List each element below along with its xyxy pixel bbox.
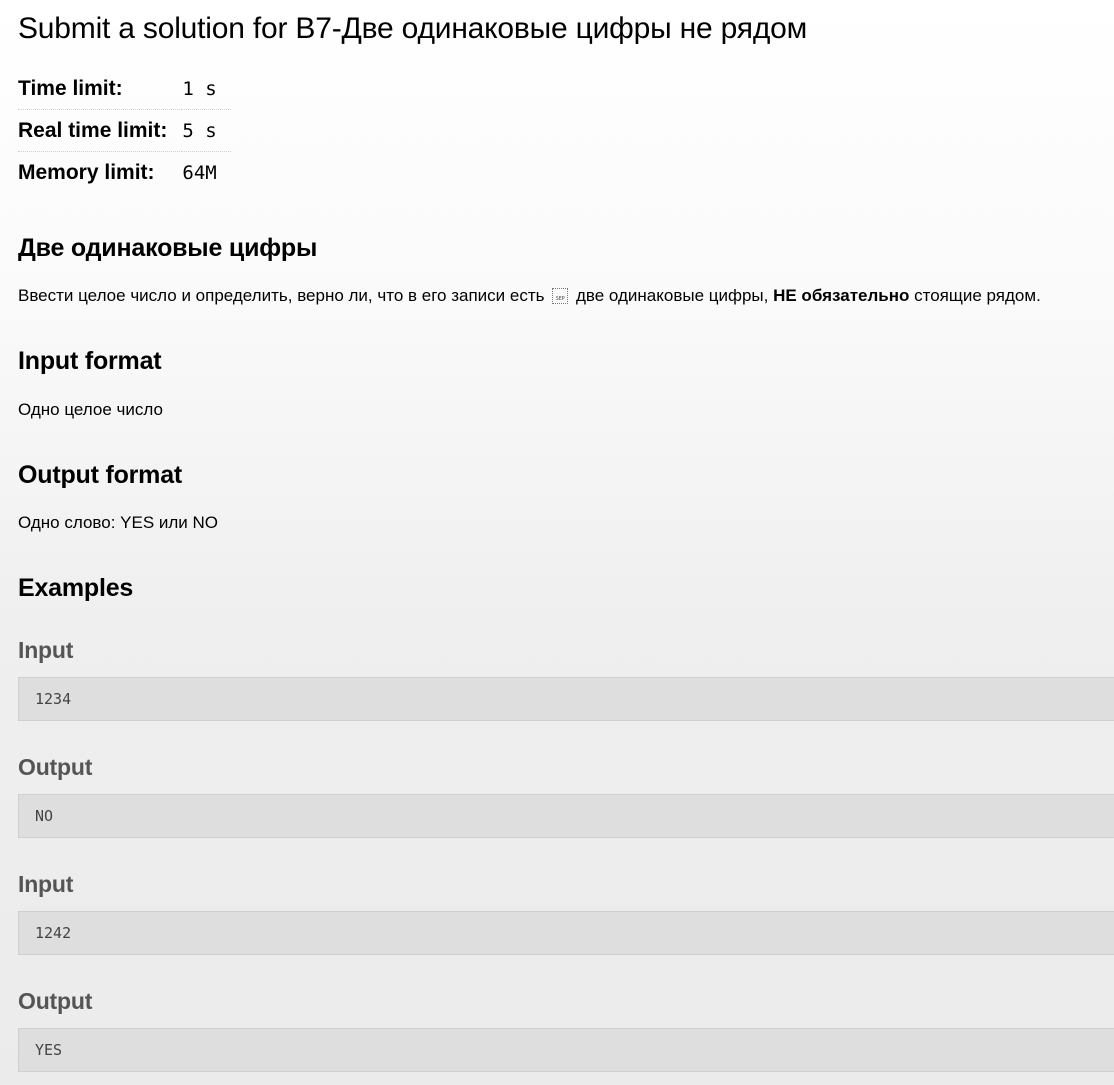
separator-icon: SEP bbox=[552, 288, 569, 304]
limit-row: Memory limit: 64M bbox=[18, 151, 231, 193]
example-input-box[interactable]: 1234 bbox=[18, 677, 1114, 721]
statement-heading: Две одинаковые цифры bbox=[18, 234, 318, 262]
input-format-heading: Input format bbox=[18, 347, 162, 375]
examples-heading: Examples bbox=[18, 574, 134, 602]
time-limit-value: 1 s bbox=[182, 77, 217, 100]
output-format-text: Одно слово: YES или NO bbox=[18, 513, 219, 532]
limit-row: Time limit: 1 s bbox=[18, 68, 231, 110]
statement-text-end: стоящие рядом. bbox=[914, 286, 1041, 305]
example-input-label: Input bbox=[18, 871, 74, 897]
example-output-box[interactable]: YES bbox=[18, 1028, 1114, 1072]
statement-text-bold: НЕ обязательно bbox=[773, 286, 910, 305]
example-output-box[interactable]: NO bbox=[18, 794, 1114, 838]
input-format-text: Одно целое число bbox=[18, 400, 163, 419]
example-output-label: Output bbox=[18, 988, 93, 1014]
statement-text-middle: две одинаковые цифры, bbox=[575, 286, 769, 305]
limits-table: Time limit: 1 s Real time limit: 5 s Mem… bbox=[18, 68, 231, 193]
memory-limit-label: Memory limit: bbox=[18, 151, 183, 193]
example-output-label: Output bbox=[18, 754, 93, 780]
real-time-limit-label: Real time limit: bbox=[18, 109, 183, 152]
example-input-box[interactable]: 1242 bbox=[18, 911, 1114, 955]
time-limit-label: Time limit: bbox=[18, 76, 123, 100]
page-title: Submit a solution for B7-Две одинаковые … bbox=[18, 12, 808, 45]
limit-row: Real time limit: 5 s bbox=[18, 109, 231, 152]
statement-text-start: Ввести целое число и определить, верно л… bbox=[18, 286, 545, 305]
real-time-limit-value: 5 s bbox=[182, 109, 231, 152]
memory-limit-value: 64M bbox=[182, 151, 231, 193]
output-format-heading: Output format bbox=[18, 461, 183, 489]
example-input-label: Input bbox=[18, 637, 74, 663]
statement-text: Ввести целое число и определить, верно л… bbox=[18, 285, 1041, 307]
